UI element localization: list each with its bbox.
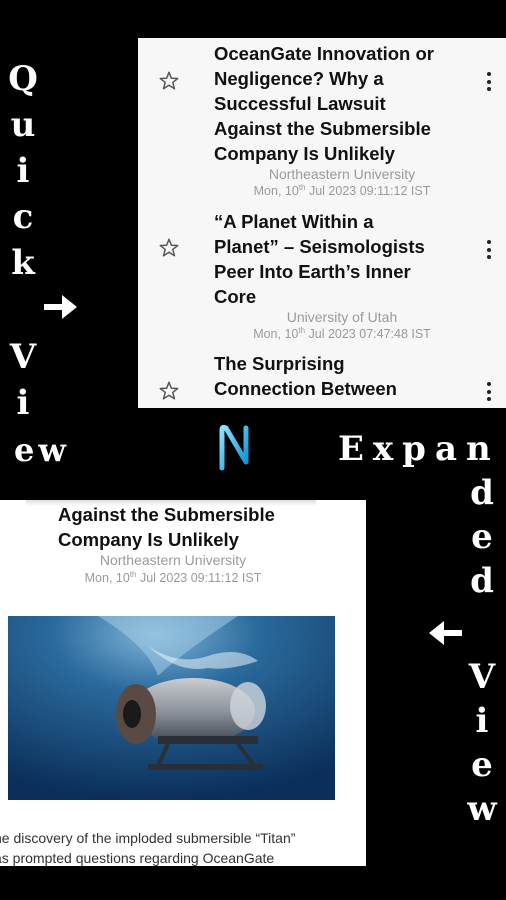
expanded-label-row: Expan xyxy=(338,429,500,469)
article-date: Mon, 10th Jul 2023 09:11:12 IST xyxy=(253,183,431,199)
article-source: Northeastern University xyxy=(268,166,416,182)
quick-view-card: OceanGate Innovation or Negligence? Why … xyxy=(138,38,506,408)
article-source: Northeastern University xyxy=(99,552,247,568)
view-letter: i xyxy=(475,701,489,741)
view-letter: w xyxy=(467,789,497,829)
list-item[interactable]: “A Planet Within a Planet” – Seismologis… xyxy=(138,206,506,346)
arrow-right-icon xyxy=(44,295,77,319)
expanded-letter: d xyxy=(470,561,494,601)
arrow-left-icon xyxy=(429,621,462,645)
kebab-menu-icon[interactable] xyxy=(486,72,492,95)
article-title[interactable]: OceanGate Innovation or Negligence? Why … xyxy=(214,41,454,166)
expanded-letter: e xyxy=(471,517,493,557)
kebab-menu-icon[interactable] xyxy=(486,240,492,263)
view-label-left: V i xyxy=(8,340,38,432)
quick-letter: Q xyxy=(8,59,38,99)
article-title[interactable]: The Surprising Connection Between xyxy=(214,351,454,401)
expanded-label-column: d e d xyxy=(467,476,497,608)
article-date: Mon, 10th Jul 2023 07:47:48 IST xyxy=(253,326,431,342)
view-letter: V xyxy=(9,337,37,377)
app-logo-icon xyxy=(219,424,249,471)
article-image[interactable] xyxy=(8,616,335,800)
view-letter: i xyxy=(16,383,30,423)
expanded-view-card: Against the Submersible Company Is Unlik… xyxy=(0,500,366,866)
star-outline-icon[interactable] xyxy=(158,70,180,92)
expanded-letter: d xyxy=(470,473,494,513)
view-letter: V xyxy=(468,657,496,697)
article-source: University of Utah xyxy=(286,309,398,325)
quick-letter: c xyxy=(12,197,34,237)
star-outline-icon[interactable] xyxy=(158,380,180,402)
list-item[interactable]: The Surprising Connection Between xyxy=(138,350,506,408)
article-date: Mon, 10th Jul 2023 09:11:12 IST xyxy=(84,570,262,586)
quick-letter: k xyxy=(11,243,35,283)
list-item[interactable]: OceanGate Innovation or Negligence? Why … xyxy=(138,38,506,203)
view-letter: e xyxy=(471,745,493,785)
quick-letter: i xyxy=(16,151,30,191)
view-tail-left: ew xyxy=(14,431,70,469)
quick-letter: u xyxy=(10,105,36,145)
quick-label: Q u i c k xyxy=(8,62,38,292)
star-outline-icon[interactable] xyxy=(158,237,180,259)
article-title[interactable]: “A Planet Within a Planet” – Seismologis… xyxy=(214,209,454,309)
article-title: Against the Submersible Company Is Unlik… xyxy=(58,504,275,550)
article-body: he discovery of the imploded submersible… xyxy=(0,830,296,866)
kebab-menu-icon[interactable] xyxy=(486,382,492,405)
view-label-right: V i e w xyxy=(467,660,497,836)
